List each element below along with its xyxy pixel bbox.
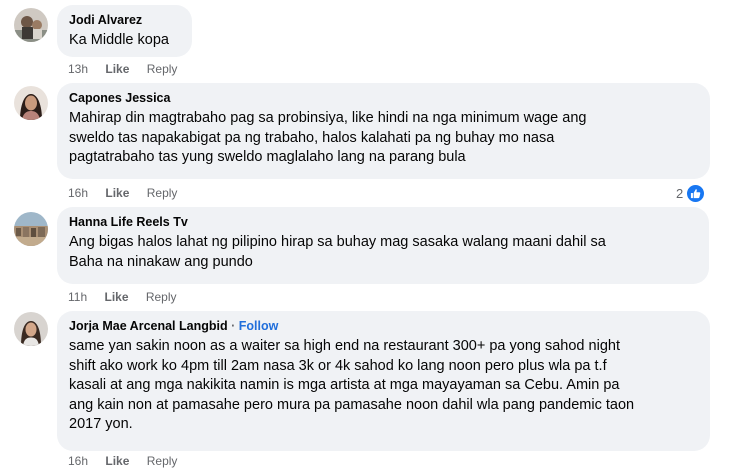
comment-text-line: 2017 yon. bbox=[69, 416, 133, 432]
like-button[interactable]: Like bbox=[104, 290, 128, 304]
comment-author[interactable]: Capones Jessica bbox=[69, 90, 698, 106]
reply-button[interactable]: Reply bbox=[146, 290, 177, 304]
comment-bubble: Jodi Alvarez Ka Middle kopa bbox=[57, 5, 192, 57]
like-button[interactable]: Like bbox=[105, 454, 129, 468]
comment-actions: 16h Like Reply bbox=[68, 454, 191, 468]
like-button[interactable]: Like bbox=[105, 186, 129, 200]
comment-author[interactable]: Hanna Life Reels Tv bbox=[69, 214, 697, 230]
comment-bubble: Jorja Mae Arcenal Langbid · Follow same … bbox=[57, 311, 710, 451]
comment-text-line: ang kain non at pamasahe pero mura pa pa… bbox=[69, 396, 635, 413]
comment-actions: 13h Like Reply bbox=[68, 62, 191, 76]
comment-timestamp[interactable]: 16h bbox=[68, 454, 88, 468]
comment-text: Mahirap din magtrabaho pag sa probinsiya… bbox=[69, 109, 698, 168]
comment-actions: 11h Like Reply bbox=[68, 290, 191, 304]
reaction-summary[interactable]: 2 bbox=[676, 183, 707, 204]
comment-text-line: sweldo tas napakabigat pa ng trabaho, ha… bbox=[69, 129, 555, 146]
comment-bubble: Hanna Life Reels Tv Ang bigas halos laha… bbox=[57, 207, 709, 284]
comment-text: same yan sakin noon as a waiter sa high … bbox=[69, 337, 698, 435]
comment-text-line: shift ako work ko 4pm till 2am nasa 3k o… bbox=[69, 357, 607, 374]
comment-text-line: Mahirap din magtrabaho pag sa probinsiya… bbox=[69, 110, 587, 126]
thumbs-up-icon bbox=[685, 183, 707, 204]
avatar[interactable] bbox=[14, 312, 48, 346]
comment-actions: 16h Like Reply bbox=[68, 186, 191, 200]
comment-text-line: same yan sakin noon as a waiter sa high … bbox=[69, 338, 620, 354]
comment-author[interactable]: Jodi Alvarez bbox=[69, 12, 180, 28]
avatar[interactable] bbox=[14, 8, 48, 42]
reply-button[interactable]: Reply bbox=[147, 186, 178, 200]
follow-button[interactable]: Follow bbox=[239, 319, 279, 333]
reaction-count: 2 bbox=[676, 186, 684, 201]
avatar[interactable] bbox=[14, 212, 48, 246]
comment-author-row: Jorja Mae Arcenal Langbid · Follow bbox=[69, 318, 698, 334]
comment-timestamp[interactable]: 11h bbox=[68, 290, 87, 304]
avatar[interactable] bbox=[14, 86, 48, 120]
comment-timestamp[interactable]: 16h bbox=[68, 186, 88, 200]
comment-text-line: Ang bigas halos lahat ng pilipino hirap … bbox=[69, 234, 606, 250]
comment-text: Ka Middle kopa bbox=[69, 31, 180, 51]
reply-button[interactable]: Reply bbox=[147, 454, 178, 468]
comment-author[interactable]: Jorja Mae Arcenal Langbid bbox=[69, 319, 228, 333]
comment-timestamp[interactable]: 13h bbox=[68, 62, 88, 76]
comment-text-line: kasali at ang mga nakikita namin is mga … bbox=[69, 377, 620, 393]
reply-button[interactable]: Reply bbox=[147, 62, 178, 76]
separator-dot: · bbox=[231, 319, 236, 333]
comment-text: Ang bigas halos lahat ng pilipino hirap … bbox=[69, 233, 697, 272]
comment-bubble: Capones Jessica Mahirap din magtrabaho p… bbox=[57, 83, 710, 179]
comment-text-line: Ka Middle kopa bbox=[69, 32, 169, 48]
comment-text-line: Baha na ninakaw ang pundo bbox=[69, 253, 253, 270]
comment-text-line: pagtatrabaho tas yung sweldo maglalaho l… bbox=[69, 149, 466, 165]
like-button[interactable]: Like bbox=[105, 62, 129, 76]
